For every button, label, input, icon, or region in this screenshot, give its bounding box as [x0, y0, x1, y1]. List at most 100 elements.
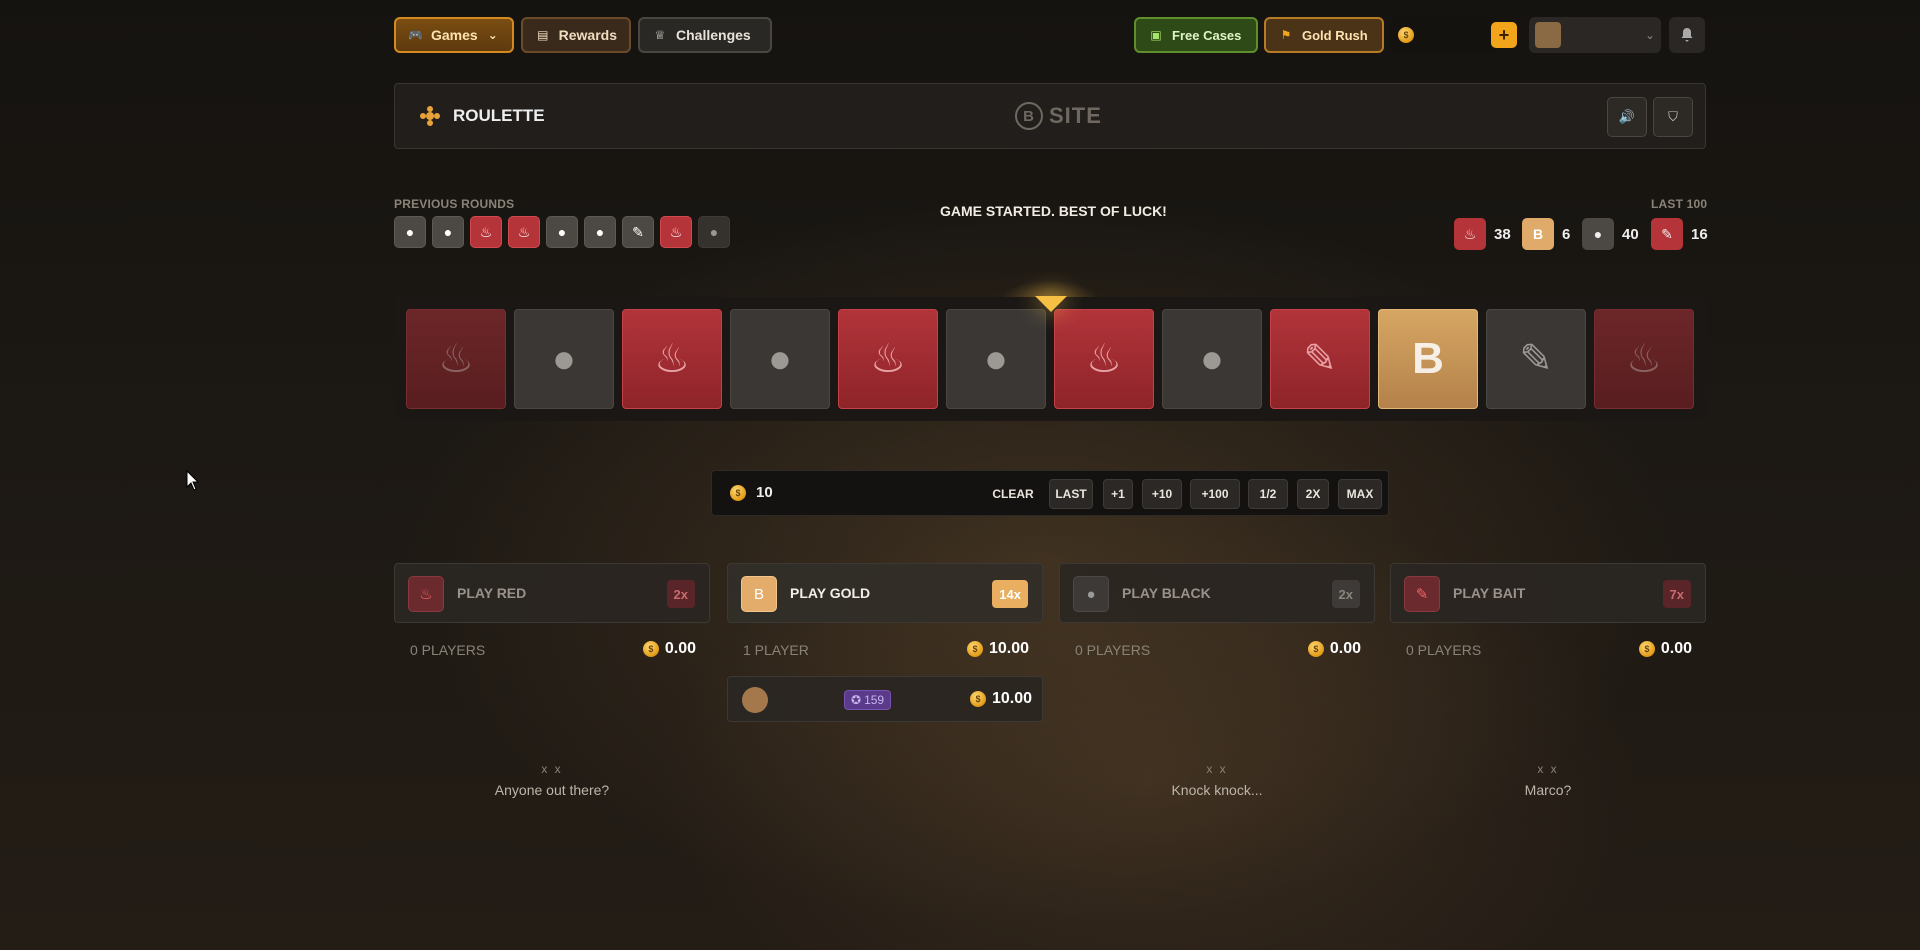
gold-rush-button[interactable]: ⚑ Gold Rush	[1264, 17, 1384, 53]
black-total: 0.00	[1329, 640, 1361, 657]
previous-round-black: ●	[698, 216, 730, 248]
rewards-button[interactable]: ▤ Rewards	[521, 17, 631, 53]
reel-tile-black: ●	[730, 309, 830, 409]
chevron-down-icon: ⌄	[487, 28, 498, 42]
play-red-button[interactable]: ♨ PLAY RED 2x	[394, 563, 710, 623]
max-button[interactable]: MAX	[1338, 479, 1382, 509]
bait-icon: ✎	[1404, 576, 1440, 612]
half-button[interactable]: 1/2	[1248, 479, 1288, 509]
bait-player-count: 0 PLAYERS	[1406, 642, 1482, 658]
black-empty-text: Knock knock...	[1171, 782, 1263, 798]
double-button[interactable]: 2X	[1297, 479, 1329, 509]
red-player-count: 0 PLAYERS	[410, 642, 486, 658]
coin-icon: $	[966, 641, 983, 657]
previous-round-black: ●	[584, 216, 616, 248]
reel-tile-red: ♨	[838, 309, 938, 409]
speaker-icon: 🔊	[1618, 109, 1636, 124]
black-summary: 0 PLAYERS $0.00	[1059, 640, 1375, 660]
previous-round-black: ●	[394, 216, 426, 248]
play-bait-label: PLAY BAIT	[1453, 585, 1526, 601]
last-button[interactable]: LAST	[1049, 479, 1093, 509]
previous-rounds-label: PREVIOUS ROUNDS	[394, 197, 515, 211]
star-icon: ✪	[851, 693, 862, 707]
avatar	[1535, 22, 1561, 48]
red-total: 0.00	[664, 640, 696, 657]
play-black-button[interactable]: ● PLAY BLACK 2x	[1059, 563, 1375, 623]
fairness-button[interactable]: ⛉	[1653, 97, 1693, 137]
notifications-button[interactable]	[1669, 17, 1705, 53]
chicken-icon: ♨	[654, 337, 690, 381]
red-empty-text: Anyone out there?	[494, 782, 610, 798]
level-badge: ✪ 159	[844, 690, 892, 710]
chicken-icon: ♨	[1454, 218, 1486, 250]
bomb-icon: ●	[1582, 218, 1614, 250]
bait-icon: ✎	[1651, 218, 1683, 250]
coin-icon: $	[730, 484, 746, 501]
bait-total: 0.00	[1660, 640, 1692, 657]
previous-round-black: ●	[546, 216, 578, 248]
bomb-icon: ●	[1073, 576, 1109, 612]
reel-tile-bait-black: ✎	[1486, 309, 1586, 409]
coin-icon: $	[642, 641, 659, 657]
play-gold-button[interactable]: B PLAY GOLD 14x	[727, 563, 1043, 623]
chicken-icon: ♨	[1626, 337, 1662, 381]
bait-icon: ✎	[1519, 337, 1553, 381]
gold-bet-row: ✪ 159 $ 10.00	[727, 676, 1043, 722]
reel-tile-black: ●	[514, 309, 614, 409]
gold-coin-icon: B	[1522, 218, 1554, 250]
case-icon: ▣	[1150, 28, 1162, 42]
games-menu-button[interactable]: 🎮 Games ⌄	[394, 17, 514, 53]
reel-tile-black: ●	[1162, 309, 1262, 409]
clear-button[interactable]: CLEAR	[990, 479, 1036, 509]
free-cases-button[interactable]: ▣ Free Cases	[1134, 17, 1258, 53]
coin-icon: $	[1638, 641, 1655, 657]
stat-red-count: 38	[1494, 225, 1511, 243]
chevron-down-icon: ⌄	[1644, 28, 1655, 42]
avatar	[742, 687, 768, 713]
play-black-multiplier: 2x	[1331, 580, 1360, 608]
games-label: Games	[430, 27, 478, 43]
coin-icon: $	[969, 691, 986, 707]
plus1-button[interactable]: +1	[1103, 479, 1133, 509]
bait-icon: ✎	[1303, 337, 1337, 381]
bait-empty-text: Marco?	[1524, 782, 1572, 798]
challenges-button[interactable]: ♕ Challenges	[638, 17, 772, 53]
play-black-label: PLAY BLACK	[1122, 585, 1211, 601]
previous-round-red: ♨	[470, 216, 502, 248]
sound-button[interactable]: 🔊	[1607, 97, 1647, 137]
roulette-reel: ♨ ● ♨ ● ♨ ● ♨ ● ✎ B ✎ ♨	[394, 297, 1706, 421]
plus100-button[interactable]: +100	[1190, 479, 1240, 509]
previous-round-red: ♨	[508, 216, 540, 248]
gold-player-count: 1 PLAYER	[743, 642, 809, 658]
play-bait-multiplier: 7x	[1662, 580, 1691, 608]
deposit-button[interactable]: +	[1491, 22, 1517, 48]
chicken-icon: ♨	[408, 576, 444, 612]
chicken-icon: ♨	[1086, 337, 1122, 381]
game-title: ROULETTE	[453, 106, 545, 125]
play-red-multiplier: 2x	[666, 580, 695, 608]
roulette-icon	[420, 106, 440, 126]
gold-total: 10.00	[988, 640, 1029, 657]
red-empty-state: x x Anyone out there?	[394, 762, 710, 798]
stat-gold-count: 6	[1562, 225, 1571, 243]
logo-mark-icon: B	[1015, 102, 1043, 130]
reel-pointer-icon	[1035, 296, 1067, 312]
stat-red: ♨ 38	[1454, 218, 1511, 250]
bomb-icon: ●	[1199, 336, 1225, 381]
user-menu[interactable]: ⌄	[1529, 17, 1661, 53]
play-gold-label: PLAY GOLD	[790, 585, 871, 601]
bet-controls: $ 10 CLEAR LAST +1 +10 +100 1/2 2X MAX	[711, 470, 1389, 516]
previous-round-bait-black: ✎	[622, 216, 654, 248]
previous-round-black: ●	[432, 216, 464, 248]
gold-bet-amount: 10.00	[991, 690, 1032, 707]
reel-tile-red: ♨	[1594, 309, 1694, 409]
black-player-count: 0 PLAYERS	[1075, 642, 1151, 658]
play-bait-button[interactable]: ✎ PLAY BAIT 7x	[1390, 563, 1706, 623]
bet-amount-input[interactable]: $ 10	[730, 484, 773, 501]
sad-face-icon: x x	[541, 762, 563, 776]
bomb-icon: ●	[983, 336, 1009, 381]
stat-black-count: 40	[1622, 225, 1639, 243]
black-empty-state: x x Knock knock...	[1059, 762, 1375, 798]
challenges-label: Challenges	[676, 27, 751, 43]
plus10-button[interactable]: +10	[1142, 479, 1182, 509]
